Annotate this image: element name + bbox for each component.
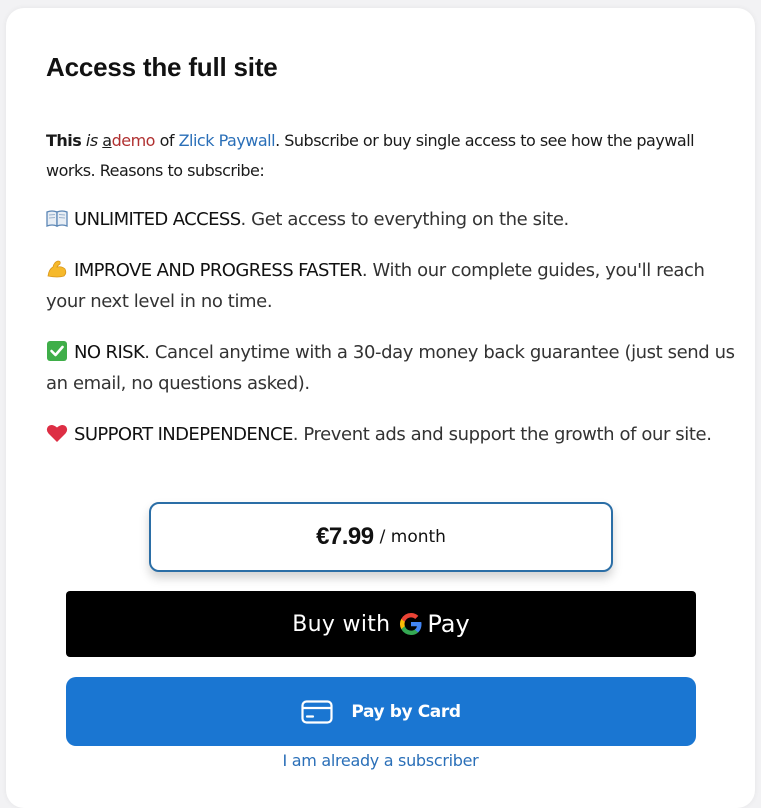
intro-this: This — [46, 131, 82, 150]
paywall-intro: This is ademo of Zlick Paywall. Subscrib… — [46, 126, 726, 186]
check-mark-icon — [47, 341, 67, 361]
zlick-paywall-link[interactable]: Zlick Paywall — [179, 131, 276, 150]
subscription-price-option[interactable]: €7.99 / month — [149, 502, 613, 572]
reason-unlimited-access: UNLIMITED ACCESS. Get access to everythi… — [46, 204, 736, 235]
credit-card-icon — [301, 699, 333, 724]
intro-of: of — [159, 131, 175, 150]
price-period: / month — [379, 527, 446, 547]
reason-text: . Prevent ads and support the growth of … — [292, 424, 712, 445]
reason-text: . Get access to everything on the site. — [240, 209, 570, 230]
reason-support: SUPPORT INDEPENDENCE. Prevent ads and su… — [46, 419, 736, 450]
reason-heading: IMPROVE AND PROGRESS FASTER — [74, 260, 362, 281]
already-subscriber-link[interactable]: I am already a subscriber — [6, 751, 755, 770]
reason-heading: SUPPORT INDEPENDENCE — [74, 424, 293, 445]
reason-improve: IMPROVE AND PROGRESS FASTER. With our co… — [46, 255, 736, 317]
paywall-title: Access the full site — [46, 52, 278, 82]
intro-a: a — [102, 131, 112, 150]
pay-by-card-label: Pay by Card — [351, 701, 461, 722]
google-pay-button[interactable]: Buy with Pay — [66, 591, 696, 657]
pay-by-card-button[interactable]: Pay by Card — [66, 677, 696, 746]
paywall-card: Access the full site This is ademo of Zl… — [6, 8, 755, 808]
book-icon — [46, 210, 68, 227]
price-amount: €7.99 — [316, 523, 374, 550]
gpay-pay-label: Pay — [427, 610, 470, 638]
demo-link[interactable]: demo — [112, 131, 156, 150]
reason-text: . Cancel anytime with a 30-day money bac… — [46, 342, 735, 394]
gpay-buy-label: Buy with — [292, 611, 391, 637]
reason-heading: NO RISK — [74, 342, 145, 363]
reason-heading: UNLIMITED ACCESS — [74, 209, 241, 230]
google-g-icon — [400, 612, 422, 635]
reason-no-risk: NO RISK. Cancel anytime with a 30-day mo… — [46, 337, 736, 399]
intro-is: is — [85, 131, 98, 150]
heart-icon — [46, 424, 68, 442]
flexed-biceps-icon — [47, 260, 67, 278]
